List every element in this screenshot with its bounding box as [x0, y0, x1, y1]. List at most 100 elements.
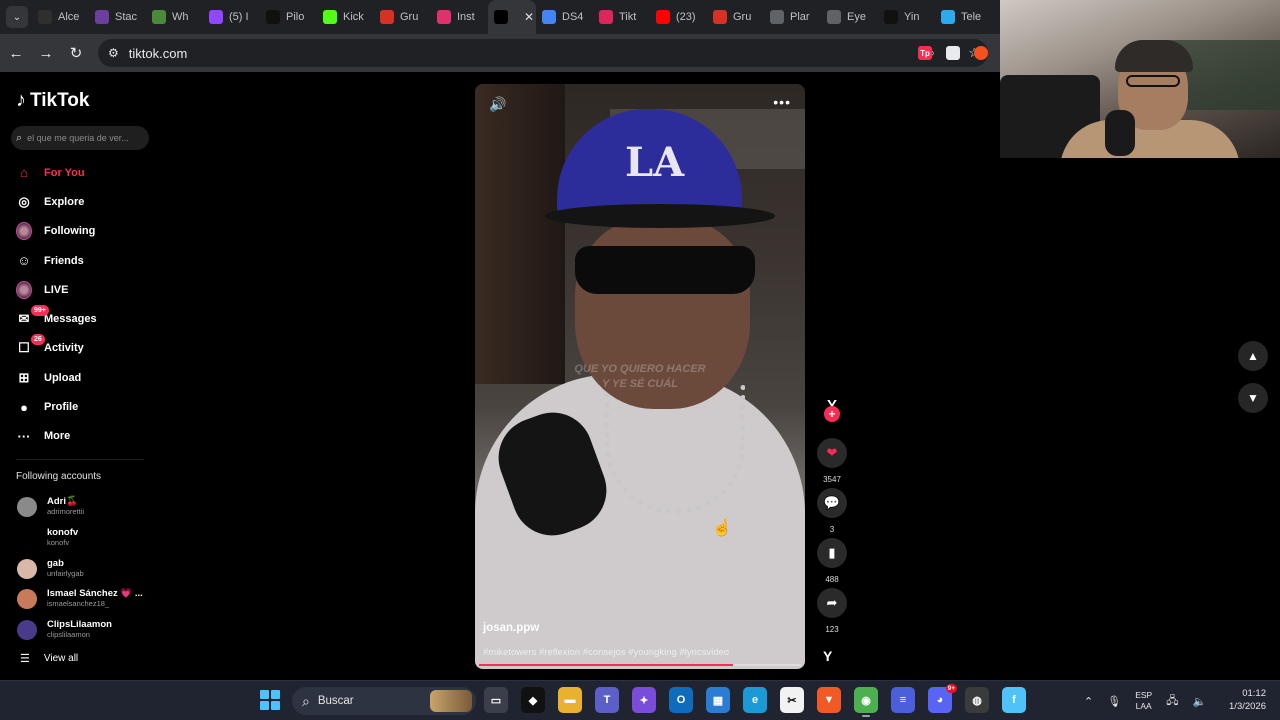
browser-tab[interactable]: Kick: [317, 0, 374, 34]
more-options-icon[interactable]: •••: [773, 94, 791, 110]
view-all-button[interactable]: ☰ View all: [20, 652, 78, 665]
account-name: Ismael Sánchez 💗 ...: [47, 588, 143, 600]
sound-disc-icon[interactable]: Y: [823, 648, 832, 664]
browser-tab[interactable]: Alce: [32, 0, 89, 34]
browser-tab[interactable]: Inst: [431, 0, 488, 34]
reload-icon[interactable]: ↻: [62, 39, 90, 67]
next-video-chevron-down-icon[interactable]: ▼: [1238, 383, 1268, 413]
epic-games-icon[interactable]: ◆: [521, 687, 545, 713]
browser-tab[interactable]: Tikt: [593, 0, 650, 34]
sidebar-item-explore[interactable]: ◎ Explore: [0, 187, 160, 216]
browser-tab[interactable]: Yin: [878, 0, 935, 34]
following-account-item[interactable]: Adri🍒 adrimorettii: [0, 492, 160, 523]
back-arrow-icon[interactable]: ←: [2, 39, 30, 67]
edge-icon[interactable]: e: [743, 687, 767, 713]
tab-search-dropdown-icon[interactable]: ⌄: [6, 6, 28, 28]
extension-box-icon[interactable]: [946, 46, 960, 60]
file-app-icon[interactable]: f: [1002, 687, 1026, 713]
tiktok-logo[interactable]: ♪ TikTok: [16, 89, 89, 112]
brave-icon[interactable]: ▼: [817, 687, 841, 713]
sidebar-item-following[interactable]: Following: [0, 217, 160, 246]
discord-icon[interactable]: ◕ 9+: [928, 684, 957, 713]
heart-icon[interactable]: ❤: [817, 438, 847, 468]
following-account-item[interactable]: ClipsLilaamon clipslilaamon: [0, 615, 160, 646]
video-player[interactable]: LA QUE YO QUIERO HACER Y YE SÉ CUÁL 🔊 ••…: [475, 84, 805, 669]
save-button[interactable]: ▮ 488: [815, 538, 849, 585]
following-account-item[interactable]: Ismael Sánchez 💗 ... ismaelsanchez18_: [0, 584, 160, 615]
sidebar-item-for-you[interactable]: ⌂ For You: [0, 158, 160, 187]
address-bar[interactable]: ⚙ tiktok.com ⌕ ⧉ ☆: [98, 39, 988, 67]
instagram-icon: [437, 10, 451, 24]
browser-tab[interactable]: ✕: [488, 0, 536, 34]
previous-video-chevron-up-icon[interactable]: ▲: [1238, 341, 1268, 371]
y-icon: [884, 10, 898, 24]
tab-title: Eye: [847, 11, 866, 23]
taskbar-clock[interactable]: 01:12 1/3/2026: [1229, 687, 1266, 713]
windows-start-icon[interactable]: [260, 690, 280, 710]
share-icon[interactable]: ➦: [817, 588, 847, 618]
account-handle: konofv: [47, 538, 70, 548]
browser-tab[interactable]: Plar: [764, 0, 821, 34]
sidebar-item-activity[interactable]: ☐ 26 Activity: [0, 334, 160, 363]
obs-icon[interactable]: ◍: [965, 687, 989, 713]
browser-tab[interactable]: Gru: [374, 0, 431, 34]
video-hashtags[interactable]: #miketowers #reflexion #consejos #youngk…: [483, 647, 729, 658]
outlook-icon[interactable]: O: [669, 687, 693, 713]
task-view-icon[interactable]: ▭: [484, 687, 508, 713]
site-info-icon[interactable]: ⚙: [108, 46, 119, 60]
browser-tab[interactable]: Gru: [707, 0, 764, 34]
browser-tab[interactable]: DS4: [536, 0, 593, 34]
copilot-icon[interactable]: ✦: [632, 687, 656, 713]
browser-tab[interactable]: (5) I: [203, 0, 260, 34]
notes-icon[interactable]: ≡: [891, 687, 915, 713]
browser-tab[interactable]: Stac: [89, 0, 146, 34]
volume-icon[interactable]: 🔊: [489, 96, 506, 113]
video-progress-bar[interactable]: [479, 664, 801, 666]
comment-button[interactable]: 💬 3: [815, 488, 849, 535]
sidebar-item-more[interactable]: ··· More: [0, 422, 160, 451]
sidebar-item-live[interactable]: LIVE: [0, 275, 160, 304]
sidebar-item-friends[interactable]: ☺ Friends: [0, 246, 160, 275]
network-icon[interactable]: 🖧: [1166, 692, 1178, 711]
sidebar-item-label: Activity: [44, 342, 84, 355]
browser-tab-strip: ⌄ Alce Stac Wh (5) I Pilo Kick Gru Inst ✕ DS4 Tikt…: [0, 0, 1000, 34]
like-button[interactable]: ❤ 3547: [815, 438, 849, 485]
browser-tab[interactable]: Pilo: [260, 0, 317, 34]
language-indicator[interactable]: ESP LAA: [1135, 690, 1152, 712]
video-author[interactable]: josan.ppw: [483, 622, 539, 634]
comment-icon[interactable]: 💬: [817, 488, 847, 518]
sidebar-item-upload[interactable]: ⊞ Upload: [0, 363, 160, 392]
browser-tab[interactable]: Wh: [146, 0, 203, 34]
extension-tp-icon[interactable]: Tp: [918, 46, 932, 60]
stack-icon: [95, 10, 109, 24]
sidebar-item-profile[interactable]: ● Profile: [0, 392, 160, 421]
chrome-icon[interactable]: ◉: [854, 687, 878, 717]
browser-tab[interactable]: Tele: [935, 0, 992, 34]
bookmark-icon[interactable]: ▮: [817, 538, 847, 568]
url-text[interactable]: tiktok.com: [129, 46, 188, 61]
follow-plus-icon[interactable]: +: [824, 406, 840, 422]
notion-icon: [38, 10, 52, 24]
following-account-item[interactable]: gab unfairlygab: [0, 553, 160, 584]
file-explorer-icon[interactable]: ▬: [558, 687, 582, 713]
taskbar-search-box[interactable]: ⌕ Buscar: [292, 687, 476, 715]
creator-avatar[interactable]: Y +: [815, 388, 849, 422]
microphone-icon[interactable]: 🎙: [1107, 695, 1121, 708]
following-avatar-icon: [16, 222, 32, 241]
following-account-item[interactable]: konofv konofv: [0, 523, 160, 554]
search-input[interactable]: ⌕ el que me queria de ver...: [11, 126, 149, 150]
store-icon[interactable]: ▦: [706, 687, 730, 713]
account-handle: adrimorettii: [47, 507, 85, 517]
extension-flame-icon[interactable]: [974, 46, 988, 60]
forward-arrow-icon[interactable]: →: [32, 39, 60, 67]
sidebar-item-messages[interactable]: ✉ 99+ Messages: [0, 304, 160, 333]
show-hidden-icons-chevron-icon[interactable]: ⌃: [1084, 695, 1093, 708]
volume-icon[interactable]: 🔈: [1192, 695, 1206, 708]
browser-tab[interactable]: (23): [650, 0, 707, 34]
share-button[interactable]: ➦ 123: [815, 588, 849, 635]
teams-icon[interactable]: T: [595, 687, 619, 713]
pilot-icon: [266, 10, 280, 24]
browser-tab[interactable]: Eye: [821, 0, 878, 34]
capcut-icon[interactable]: ✂: [780, 687, 804, 713]
close-tab-icon[interactable]: ✕: [524, 10, 534, 24]
